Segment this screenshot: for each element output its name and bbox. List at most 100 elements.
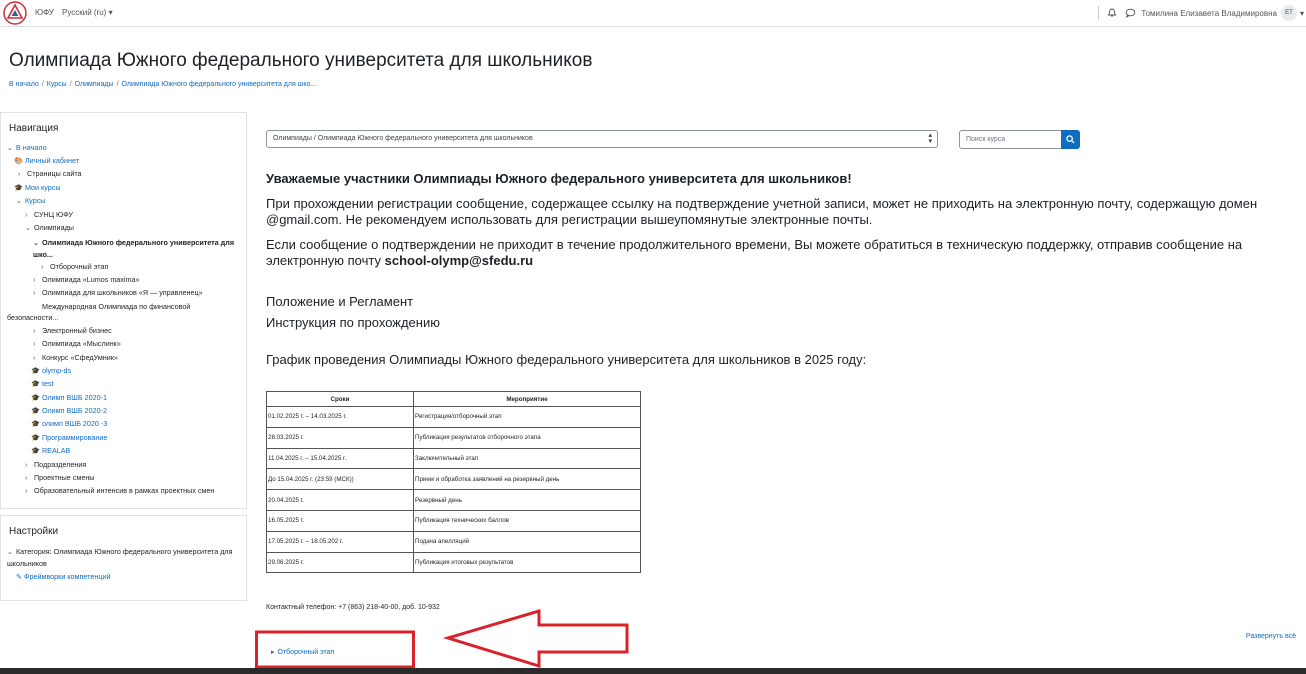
nav-item-my-courses[interactable]: 🎓 Мои курсы bbox=[14, 183, 61, 193]
nav-item-sfedumnik[interactable]: › Конкурс «СфедУмник» bbox=[33, 353, 118, 363]
search-button[interactable] bbox=[1061, 130, 1080, 149]
regulations-link[interactable]: Положение и Регламент bbox=[266, 294, 413, 309]
chevron-down-icon: ▾ bbox=[108, 8, 113, 17]
nav-item-courses[interactable]: ⌄ Курсы bbox=[16, 196, 45, 206]
nav-divider bbox=[1098, 6, 1100, 20]
table-cell-event: Публикация технических баллов bbox=[413, 509, 641, 532]
nav-item-label: Образовательный интенсив в рамках проект… bbox=[34, 486, 215, 495]
breadcrumb-home[interactable]: В начало bbox=[9, 81, 39, 88]
expand-all-link[interactable]: Развернуть всё bbox=[1246, 633, 1296, 640]
university-logo-icon[interactable] bbox=[3, 1, 27, 25]
table-row: 28.03.2025 г. Публикация результатов отбо… bbox=[266, 426, 641, 449]
breadcrumb-courses[interactable]: Курсы bbox=[47, 81, 67, 88]
graduation-cap-icon: 🎓 bbox=[31, 433, 40, 442]
arrow-icon bbox=[442, 608, 629, 669]
breadcrumb-olympiads[interactable]: Олимпиады bbox=[75, 81, 114, 88]
table-row: 11.04.2025 г. – 15.04.2025 г. Заключитель… bbox=[266, 447, 641, 470]
course-category-select[interactable]: Олимпиады / Олимпиада Южного федеральног… bbox=[266, 130, 938, 148]
bell-icon[interactable] bbox=[1105, 6, 1119, 20]
graduation-cap-icon: 🎓 bbox=[14, 183, 23, 192]
table-cell-event: Резервный день bbox=[413, 489, 641, 511]
nav-item-label: Олимпиады bbox=[34, 223, 74, 232]
nav-item-manager[interactable]: › Олимпиада для школьников «Я — управлене… bbox=[33, 288, 203, 298]
chevron-right-icon: › bbox=[33, 288, 36, 297]
chevron-right-icon: › bbox=[33, 275, 36, 284]
chevron-right-icon: › bbox=[33, 353, 36, 362]
nav-item-current-course[interactable]: ⌄ Олимпиада Южного федерального университ… bbox=[33, 237, 238, 261]
select-arrows-icon: ▴ ▾ bbox=[928, 132, 932, 145]
nav-item-label: Олимп ВШБ 2020-1 bbox=[41, 393, 107, 402]
nav-item-dashboard[interactable]: 🎨 Личный кабинет bbox=[14, 156, 79, 166]
nav-item-ebusiness[interactable]: › Электронный бизнес bbox=[33, 326, 112, 336]
nav-item-departments[interactable]: › Подразделения bbox=[25, 460, 86, 470]
nav-item-site-pages[interactable]: › Страницы сайта bbox=[18, 169, 82, 179]
breadcrumb: В начало / Курсы / Олимпиады / Олимпиада Южног… bbox=[9, 81, 316, 88]
edit-icon: ✎ bbox=[16, 572, 23, 581]
course-search-placeholder: Поиск курса bbox=[966, 136, 1006, 143]
nav-item-label: Личный кабинет bbox=[24, 156, 80, 165]
nav-item-intensive[interactable]: › Образовательный интенсив в рамках проек… bbox=[25, 486, 214, 496]
section-title: Отборочный этап bbox=[277, 649, 335, 656]
language-menu[interactable]: Русский (ru) ▾ bbox=[62, 8, 113, 17]
nav-item-programming[interactable]: 🎓 Программирование bbox=[31, 433, 107, 443]
navigation-block-title: Навигация bbox=[9, 123, 59, 134]
nav-item-qualifying-stage[interactable]: › Отборочный этап bbox=[41, 262, 108, 272]
chat-icon[interactable] bbox=[1123, 6, 1137, 20]
nav-item-project-shifts[interactable]: › Проектные смены bbox=[25, 473, 94, 483]
settings-item-category[interactable]: ⌄ Категория: Олимпиада Южного федеральног… bbox=[7, 546, 241, 570]
nav-item-vshb-3[interactable]: 🎓 олимп ВШБ 2020 -3 bbox=[31, 419, 107, 429]
table-header-dates: Сроки bbox=[266, 391, 414, 407]
user-area: Томилина Елизавета Владимировна ЕТ ▾ bbox=[1098, 4, 1304, 22]
graduation-cap-icon: 🎓 bbox=[31, 366, 40, 375]
breadcrumb-current-course[interactable]: Олимпиада Южного федерального университе… bbox=[122, 81, 317, 88]
nav-item-lumos[interactable]: › Олимпиада «Lumos maxima» bbox=[33, 275, 139, 285]
chevron-down-icon[interactable]: ▾ bbox=[1300, 9, 1304, 18]
graduation-cap-icon: 🎓 bbox=[31, 406, 40, 415]
nav-item-label: Олимпиада Южного федерального университе… bbox=[33, 238, 235, 259]
settings-item-label: Категория: Олимпиада Южного федерального… bbox=[7, 547, 233, 568]
avatar[interactable]: ЕТ bbox=[1280, 5, 1297, 21]
nav-item-vshb-2[interactable]: 🎓 Олимп ВШБ 2020-2 bbox=[31, 406, 107, 416]
table-cell-date: 01.02.2025 г. – 14.03.2025 г. bbox=[266, 406, 414, 428]
graduation-cap-icon: 🎓 bbox=[31, 446, 40, 455]
language-label: Русский (ru) bbox=[62, 8, 107, 17]
nav-item-vshb-1[interactable]: 🎓 Олимп ВШБ 2020-1 bbox=[31, 393, 107, 403]
table-row: 01.02.2025 г. – 14.03.2025 г. Регистрация… bbox=[266, 406, 641, 428]
table-cell-event: Подача апелляций bbox=[413, 530, 641, 553]
settings-block: Настройки ⌄ Категория: Олимпиада Южного ф… bbox=[0, 515, 247, 601]
course-search-input[interactable]: Поиск курса bbox=[959, 130, 1062, 149]
nav-item-test[interactable]: 🎓 test bbox=[31, 379, 54, 389]
site-name-link[interactable]: ЮФУ bbox=[35, 8, 54, 17]
table-cell-date: 16.05.2025 г. bbox=[266, 509, 414, 532]
nav-item-suntc[interactable]: › СУНЦ ЮФУ bbox=[25, 210, 73, 220]
nav-item-financial-security[interactable]: ›Международная Олимпиада по финансовой б… bbox=[7, 301, 217, 323]
table-header-row: Сроки Мероприятие bbox=[266, 391, 641, 407]
dashboard-icon: 🎨 bbox=[14, 156, 23, 165]
nav-item-olympiads[interactable]: ⌄ Олимпиады bbox=[25, 223, 74, 233]
table-cell-date: 29.06.2025 г. bbox=[266, 551, 414, 574]
qualifying-stage-section[interactable]: ▸ Отборочный этап bbox=[271, 648, 334, 656]
breadcrumb-separator: / bbox=[116, 81, 119, 88]
nav-item-label: test bbox=[41, 379, 54, 388]
table-cell-event: Прием и обработка заявлений на резервный… bbox=[413, 468, 641, 491]
breadcrumb-separator: / bbox=[69, 81, 72, 88]
nav-item-olymp-ds[interactable]: 🎓 olymp-ds bbox=[31, 366, 71, 376]
nav-item-label: Олимпиада для школьников «Я — управленец… bbox=[42, 288, 203, 297]
settings-item-label: Фреймворки компетенций bbox=[24, 572, 111, 581]
chevron-right-icon: › bbox=[25, 486, 28, 495]
settings-item-competency-frameworks[interactable]: ✎ Фреймворки компетенций bbox=[16, 572, 110, 582]
nav-item-label: олимп ВШБ 2020 -3 bbox=[41, 419, 108, 428]
table-cell-date: 20.04.2025 г. bbox=[266, 489, 414, 511]
nav-item-myslink[interactable]: › Олимпиада «Мыслинк» bbox=[33, 339, 121, 349]
instruction-link[interactable]: Инструкция по прохождению bbox=[266, 315, 440, 330]
schedule-title: График проведения Олимпиады Южного федер… bbox=[266, 352, 867, 367]
user-name[interactable]: Томилина Елизавета Владимировна bbox=[1141, 9, 1277, 18]
chevron-right-icon: › bbox=[33, 339, 36, 348]
chevron-right-icon: › bbox=[33, 326, 36, 335]
table-row: 20.04.2025 г. Резервный день bbox=[266, 489, 641, 511]
nav-item-home[interactable]: ⌄ В начало bbox=[7, 143, 47, 153]
nav-item-label: Олимпиада «Lumos maxima» bbox=[42, 275, 140, 284]
chevron-down-icon: ⌄ bbox=[7, 547, 14, 556]
nav-item-realab[interactable]: 🎓 REALAB bbox=[31, 446, 70, 456]
navigation-block: Навигация ⌄ В начало 🎨 Личный кабинет › Стр… bbox=[0, 112, 247, 509]
